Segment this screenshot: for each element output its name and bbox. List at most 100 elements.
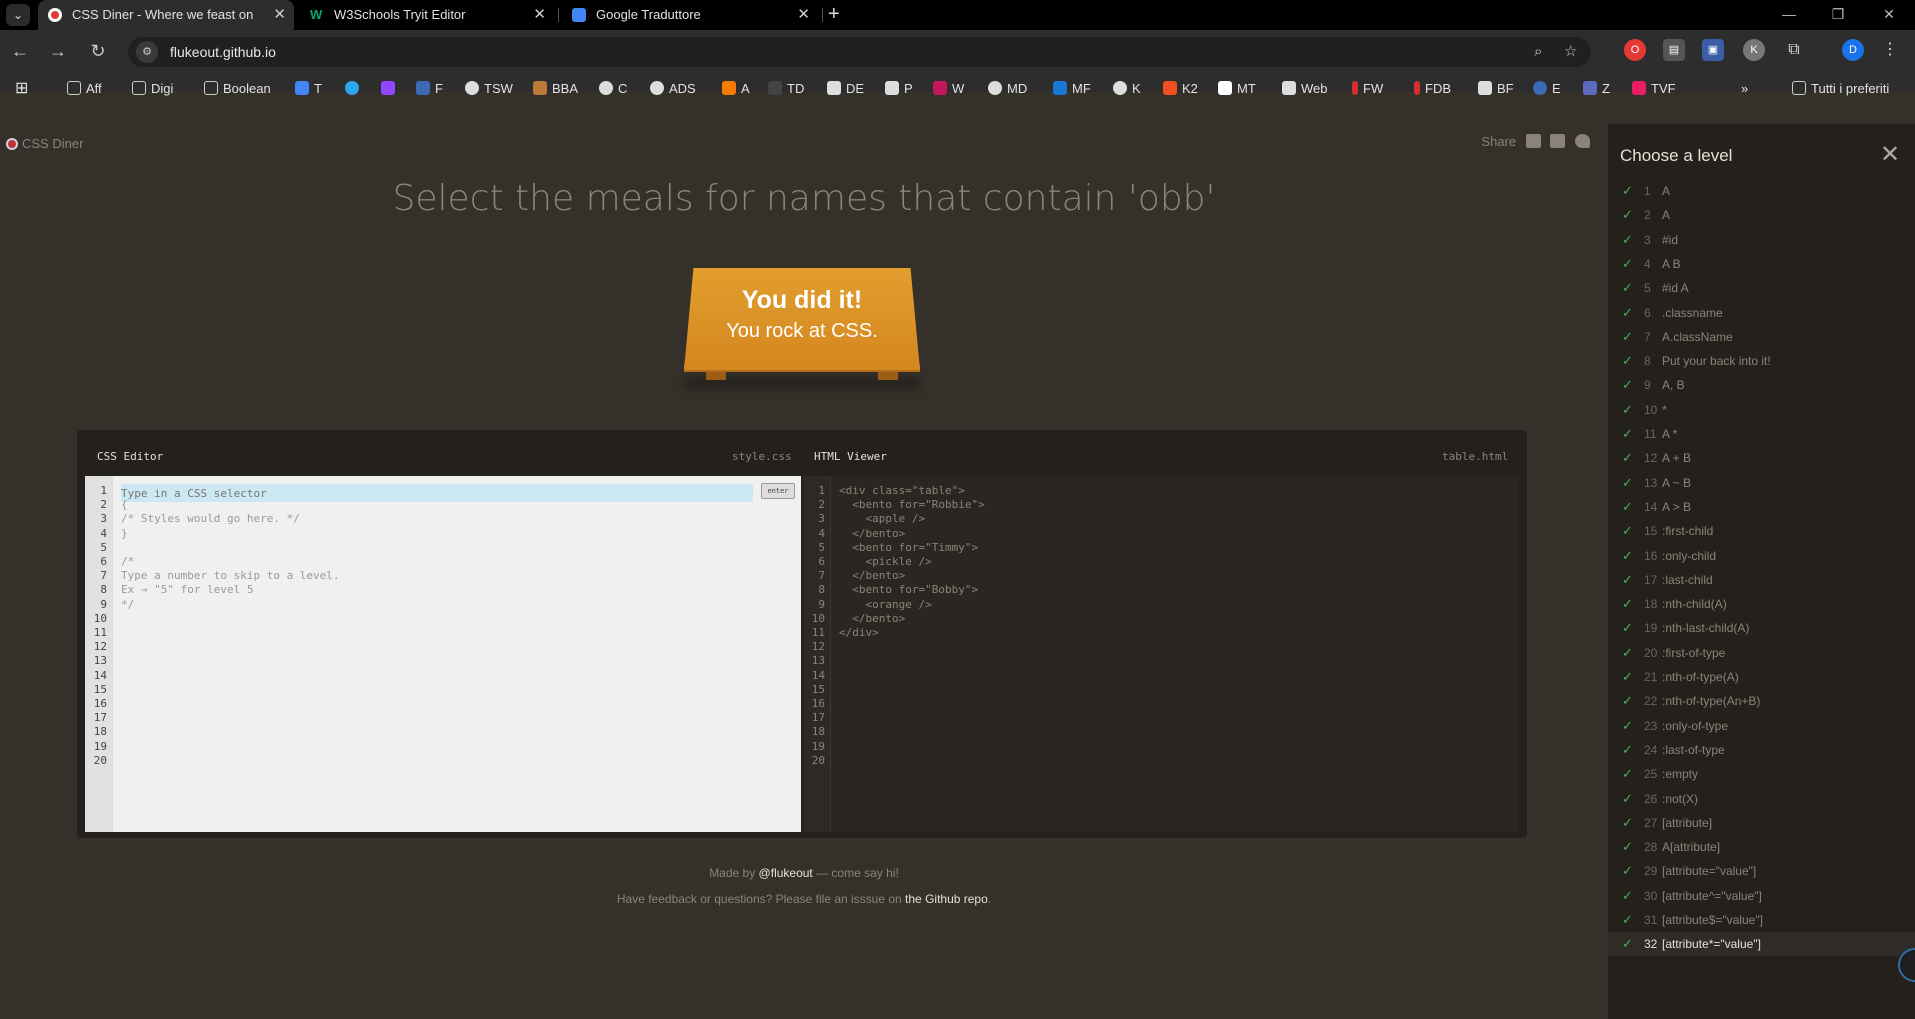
bookmark-item[interactable] [345, 74, 364, 104]
close-tab-icon[interactable]: ✕ [273, 0, 286, 30]
level-item[interactable]: ✓ 16:only-child [1608, 544, 1915, 568]
level-item[interactable]: ✓ 29 [attribute="value"] [1608, 859, 1915, 883]
close-window-button[interactable]: ✕ [1866, 0, 1912, 30]
apps-grid-icon[interactable]: ⊞ [15, 74, 28, 104]
bookmark-item[interactable]: TSW [465, 74, 513, 104]
level-item[interactable]: ✓ 13 A ~ B [1608, 471, 1915, 495]
flukeout-link[interactable]: @flukeout [759, 866, 813, 880]
level-item[interactable]: ✓ 18:nth-child(A) [1608, 592, 1915, 616]
level-item[interactable]: ✓ 14 A > B [1608, 495, 1915, 519]
logo[interactable]: CSS Diner [6, 136, 83, 151]
level-item[interactable]: ✓ 1 A [1608, 179, 1915, 203]
level-item[interactable]: ✓ 2 A [1608, 203, 1915, 227]
level-item[interactable]: ✓ 7 A.className [1608, 325, 1915, 349]
enter-button[interactable]: enter [761, 483, 795, 499]
level-item[interactable]: ✓ 25:empty [1608, 762, 1915, 786]
reload-button[interactable]: ↻ [87, 40, 109, 62]
level-item[interactable]: ✓ 9 A, B [1608, 373, 1915, 397]
extension-icon[interactable]: ▣ [1702, 39, 1724, 61]
level-item[interactable]: ✓ 4 A B [1608, 252, 1915, 276]
profile-avatar[interactable]: D [1842, 39, 1864, 61]
level-item[interactable]: ✓ 32 [attribute*="value"] [1608, 932, 1915, 957]
bookmark-item[interactable]: MF [1053, 74, 1091, 104]
level-item[interactable]: ✓ 26:not(X) [1608, 787, 1915, 811]
more-bookmarks-button[interactable]: » [1741, 74, 1748, 104]
level-item[interactable]: ✓ 21:nth-of-type(A) [1608, 665, 1915, 689]
forward-button[interactable]: → [47, 40, 69, 62]
bookmark-item[interactable]: MD [988, 74, 1027, 104]
level-item[interactable]: ✓ 28 A[attribute] [1608, 835, 1915, 859]
all-bookmarks-folder[interactable]: Tutti i preferiti [1792, 74, 1889, 104]
bookmark-item[interactable]: C [599, 74, 627, 104]
bookmark-item[interactable]: FDB [1414, 74, 1451, 104]
close-sidebar-icon[interactable]: ✕ [1880, 140, 1900, 169]
level-item[interactable]: ✓ 8 Put your back into it! [1608, 349, 1915, 373]
globe-icon [988, 81, 1002, 95]
minimize-button[interactable]: — [1766, 0, 1812, 30]
bookmark-item[interactable]: TVF [1632, 74, 1676, 104]
level-item[interactable]: ✓ 3 #id [1608, 228, 1915, 252]
bookmark-item[interactable]: DE [827, 74, 864, 104]
url-text[interactable]: flukeout.github.io [170, 37, 276, 67]
tab-w3schools[interactable]: W W3Schools Tryit Editor ✕ [300, 0, 554, 30]
site-info-icon[interactable]: ⚙ [136, 41, 158, 63]
address-bar[interactable]: ⚙ flukeout.github.io ⌕ ☆ [128, 37, 1591, 67]
bookmark-item[interactable]: ADS [650, 74, 696, 104]
level-item[interactable]: ✓ 10 * [1608, 398, 1915, 422]
level-item[interactable]: ✓ 30 [attribute^="value"] [1608, 884, 1915, 908]
tab-google-translate[interactable]: Google Traduttore ✕ [562, 0, 818, 30]
level-item[interactable]: ✓ 20:first-of-type [1608, 641, 1915, 665]
bookmark-item[interactable]: Web [1282, 74, 1328, 104]
tab-css-diner[interactable]: CSS Diner - Where we feast on ✕ [38, 0, 294, 30]
level-item[interactable]: ✓ 27 [attribute] [1608, 811, 1915, 835]
bookmark-item[interactable]: MT [1218, 74, 1256, 104]
bookmark-item[interactable]: E [1533, 74, 1561, 104]
bookmark-folder[interactable]: Boolean [204, 74, 271, 104]
bookmark-folder[interactable]: Digi [132, 74, 173, 104]
level-sidebar: Choose a level ✕ ✓ 1 A ✓ 2 A ✓ 3 #id ✓ 4 A B ✓ 5 #id A… [1608, 124, 1915, 1019]
bookmark-item[interactable]: TD [768, 74, 804, 104]
level-item[interactable]: ✓ 17:last-child [1608, 568, 1915, 592]
level-item[interactable]: ✓ 6 .classname [1608, 301, 1915, 325]
email-icon[interactable] [1525, 134, 1541, 148]
level-item[interactable]: ✓ 12 A + B [1608, 446, 1915, 470]
menu-dots-icon[interactable]: ⋮ [1879, 39, 1901, 61]
maximize-button[interactable]: ❐ [1815, 0, 1861, 30]
new-tab-button[interactable]: + [828, 0, 840, 30]
extension-icon[interactable]: ▤ [1663, 39, 1685, 61]
level-item[interactable]: ✓ 23:only-of-type [1608, 714, 1915, 738]
extensions-puzzle-icon[interactable]: ⧉ [1783, 39, 1805, 61]
close-tab-icon[interactable]: ✕ [797, 0, 810, 30]
bookmark-item[interactable]: K [1113, 74, 1141, 104]
level-item[interactable]: ✓ 15:first-child [1608, 519, 1915, 543]
close-tab-icon[interactable]: ✕ [533, 0, 546, 30]
level-item[interactable]: ✓ 31 [attribute$="value"] [1608, 908, 1915, 932]
bookmark-item[interactable]: P [885, 74, 913, 104]
zoom-icon[interactable]: ⌕ [1534, 41, 1542, 63]
facebook-icon[interactable] [1550, 134, 1566, 148]
level-item[interactable]: ✓ 22:nth-of-type(An+B) [1608, 689, 1915, 713]
bookmark-star-icon[interactable]: ☆ [1564, 41, 1577, 63]
bookmark-item[interactable]: W [933, 74, 964, 104]
bookmark-item[interactable] [381, 74, 400, 104]
bookmark-item[interactable]: Z [1583, 74, 1610, 104]
github-repo-link[interactable]: the Github repo [905, 892, 988, 906]
back-button[interactable]: ← [9, 40, 31, 62]
opera-extension-icon[interactable]: O [1624, 39, 1646, 61]
bookmark-item[interactable]: K2 [1163, 74, 1198, 104]
bookmark-folder[interactable]: Aff [67, 74, 102, 104]
profile-k-icon[interactable]: K [1743, 39, 1765, 61]
css-selector-input[interactable] [121, 484, 753, 502]
bookmark-item[interactable]: F [416, 74, 443, 104]
bookmark-item[interactable]: BF [1478, 74, 1514, 104]
level-item[interactable]: ✓ 24:last-of-type [1608, 738, 1915, 762]
level-item[interactable]: ✓ 11 A * [1608, 422, 1915, 446]
bookmark-item[interactable]: T [295, 74, 322, 104]
twitter-icon[interactable] [1575, 134, 1590, 148]
bookmark-item[interactable]: FW [1352, 74, 1383, 104]
bookmark-item[interactable]: BBA [533, 74, 578, 104]
level-item[interactable]: ✓ 5 #id A [1608, 276, 1915, 300]
level-item[interactable]: ✓ 19:nth-last-child(A) [1608, 616, 1915, 640]
bookmark-item[interactable]: A [722, 74, 750, 104]
tab-search-button[interactable]: ⌄ [6, 4, 30, 26]
